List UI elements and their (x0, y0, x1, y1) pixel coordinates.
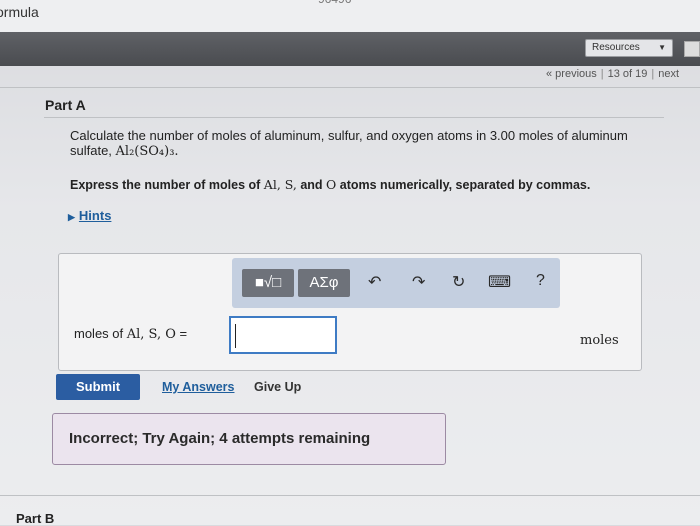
help-icon[interactable]: ? (536, 272, 545, 290)
templates-button[interactable]: ■√□ (242, 269, 294, 297)
math-toolbar: ■√□ ΑΣφ ↶ ↷ ↻ ⌨ ? (232, 258, 560, 308)
part-a-title: Part A (45, 97, 86, 113)
item-navigation: « previous | 13 of 19 | next (546, 68, 680, 80)
print-icon[interactable] (684, 41, 700, 57)
feedback-message: Incorrect; Try Again; 4 attempts remaini… (69, 430, 371, 447)
feedback-box: Incorrect; Try Again; 4 attempts remaini… (52, 413, 446, 465)
reset-icon[interactable]: ↻ (452, 272, 465, 292)
top-bar: ormula 96496 (0, 0, 700, 32)
answer-input[interactable] (229, 316, 337, 354)
question-line-1: Calculate the number of moles of aluminu… (70, 128, 628, 143)
text-cursor (235, 324, 236, 348)
my-answers-link[interactable]: My Answers (162, 380, 234, 394)
give-up-link[interactable]: Give Up (254, 380, 301, 394)
previous-link[interactable]: « previous (546, 68, 597, 80)
next-link[interactable]: next (658, 68, 679, 80)
question-text: Calculate the number of moles of aluminu… (70, 128, 670, 159)
divider (0, 495, 700, 496)
formula: Al₂(SO₄)₃. (115, 144, 179, 159)
units-label: moles (580, 333, 619, 348)
divider (44, 117, 664, 118)
instruction-text: Express the number of moles of Al, S, an… (70, 177, 591, 192)
symbols-button[interactable]: ΑΣφ (298, 269, 350, 297)
divider (0, 87, 700, 88)
chevron-down-icon: ▼ (658, 43, 666, 52)
hints-label: Hints (78, 208, 112, 223)
redo-icon[interactable]: ↷ (412, 272, 425, 292)
brand-text: ormula (0, 4, 39, 20)
answer-label: moles of Al, S, O = (74, 326, 188, 342)
caret-right-icon: ▶ (68, 212, 75, 222)
item-position: 13 of 19 (607, 68, 648, 80)
undo-icon[interactable]: ↶ (368, 272, 381, 292)
hints-toggle[interactable]: ▶ Hints (68, 208, 111, 223)
part-b-title[interactable]: Part B (16, 511, 54, 526)
resources-dropdown[interactable]: Resources ▼ (585, 39, 673, 57)
resources-label: Resources (592, 42, 640, 53)
item-id-text: 96496 (318, 0, 351, 6)
submit-button[interactable]: Submit (56, 374, 140, 400)
keyboard-icon[interactable]: ⌨ (488, 272, 511, 292)
question-line-2: sulfate, Al₂(SO₄)₃. (70, 143, 179, 159)
